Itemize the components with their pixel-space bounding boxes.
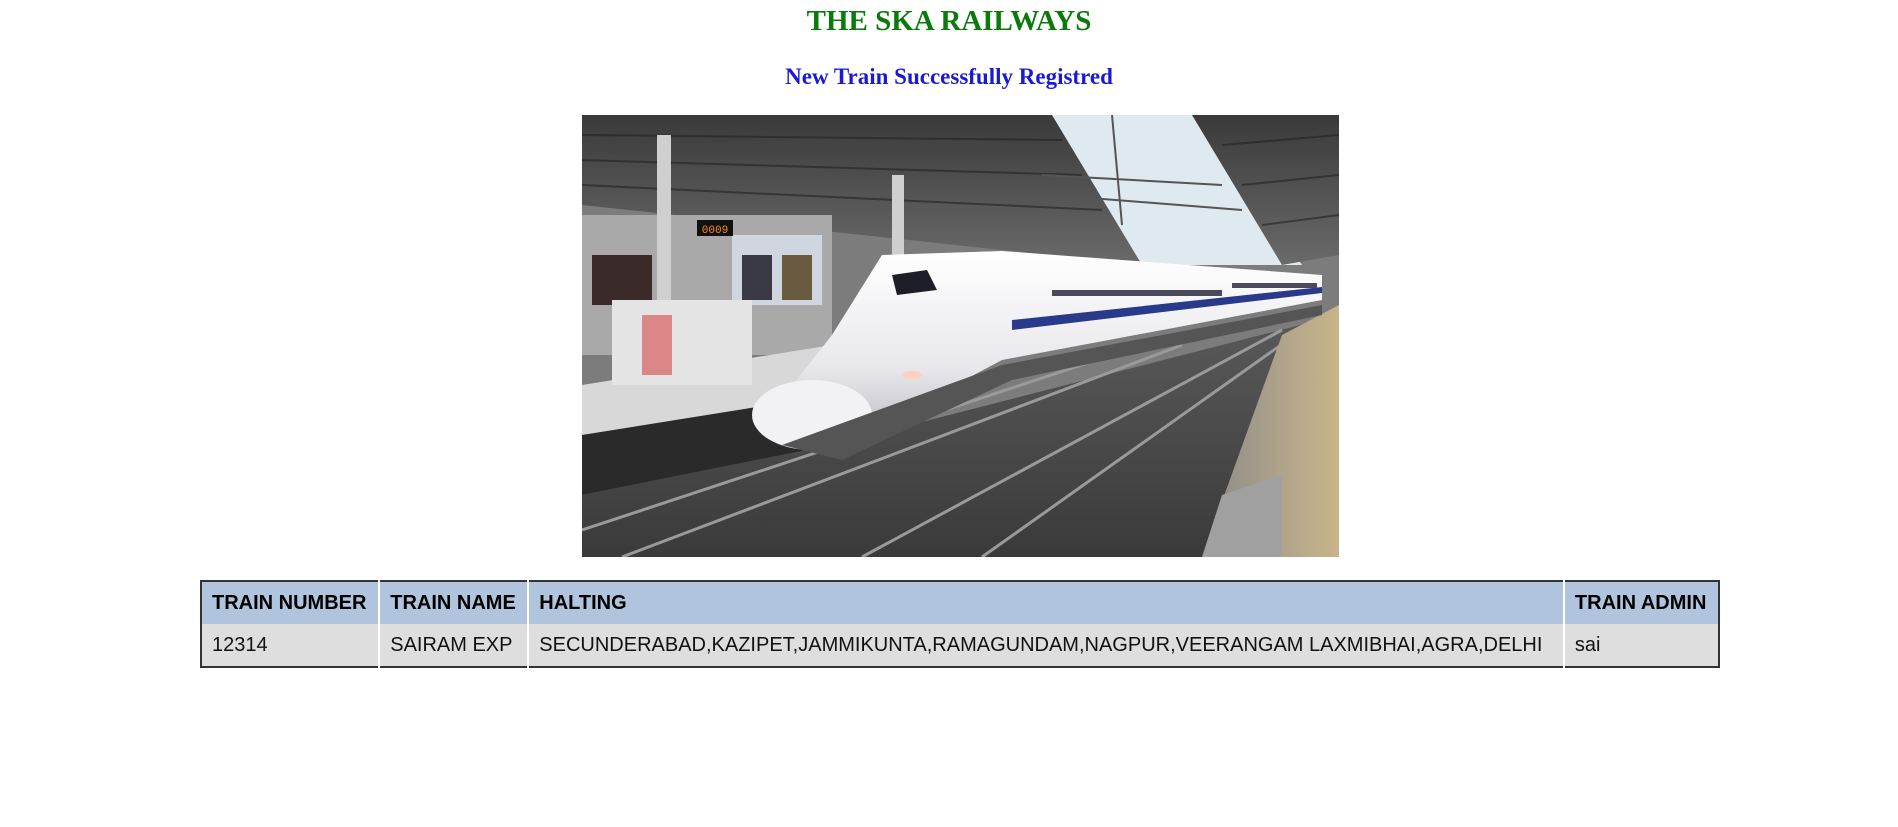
- train-table: TRAIN NUMBER TRAIN NAME HALTING TRAIN AD…: [200, 580, 1720, 668]
- column-header-train-name: TRAIN NAME: [379, 581, 530, 624]
- success-message: New Train Successfully Registred: [785, 64, 1113, 89]
- cell-train-number: 12314: [201, 624, 381, 667]
- column-header-train-admin: TRAIN ADMIN: [1563, 581, 1719, 624]
- cell-halting: SECUNDERABAD,KAZIPET,JAMMIKUNTA,RAMAGUND…: [528, 624, 1565, 667]
- cell-train-admin: sai: [1563, 624, 1719, 667]
- column-header-train-number: TRAIN NUMBER: [201, 581, 381, 624]
- table-row: 12314 SAIRAM EXP SECUNDERABAD,KAZIPET,JA…: [201, 624, 1719, 667]
- platform-display: 0009: [702, 225, 728, 237]
- cell-train-name: SAIRAM EXP: [379, 624, 530, 667]
- train-photo: 0009: [582, 115, 1339, 557]
- table-header-row: TRAIN NUMBER TRAIN NAME HALTING TRAIN AD…: [201, 581, 1719, 624]
- page-title: THE SKA RAILWAYS: [806, 5, 1092, 37]
- column-header-halting: HALTING: [528, 581, 1565, 624]
